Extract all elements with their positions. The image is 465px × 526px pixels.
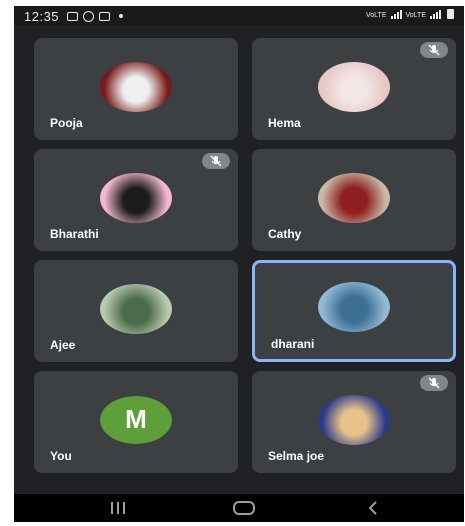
participant-name: Selma joe [268, 449, 325, 463]
battery-icon [447, 9, 454, 19]
avatar-letter: M [100, 395, 172, 444]
avatar [100, 283, 172, 334]
participant-name: Hema [268, 116, 301, 130]
network-label-2: VoLTE [405, 12, 427, 19]
avatar [318, 172, 390, 223]
recent-apps-icon[interactable] [109, 500, 127, 516]
avatar [100, 61, 172, 112]
participant-name: Ajee [50, 338, 76, 352]
avatar [318, 61, 390, 112]
status-bar: 12:35 VoLTE VoLTE [14, 6, 464, 26]
message-notification-icon [99, 11, 111, 21]
system-nav-bar [14, 494, 464, 522]
participant-tile-pooja[interactable]: Pooja [34, 38, 238, 140]
mic-off-icon [420, 375, 448, 391]
participant-name: Pooja [50, 116, 83, 130]
avatar: M [100, 395, 172, 444]
participant-tile-cathy[interactable]: Cathy [252, 149, 456, 251]
mic-off-icon [420, 42, 448, 58]
whatsapp-notification-icon [83, 10, 95, 22]
signal-1-icon [390, 9, 402, 19]
status-time: 12:35 [24, 8, 60, 24]
avatar [318, 394, 390, 445]
notification-icons [67, 10, 124, 22]
signal-2-icon [430, 9, 441, 19]
more-notifications-icon [119, 14, 124, 18]
home-icon[interactable] [232, 500, 256, 516]
gallery-notification-icon [67, 11, 79, 21]
participant-tile-selma-joe[interactable]: Selma joe [252, 371, 456, 473]
participant-grid: Pooja Hema Bharathi Cathy Ajee dharani M… [34, 38, 456, 473]
mic-off-icon [202, 153, 230, 169]
back-icon[interactable] [366, 500, 380, 516]
participant-name: Cathy [268, 227, 302, 241]
participant-name: dharani [271, 337, 315, 351]
phone-screen: 12:35 VoLTE VoLTE Pooja Hema Bharathi Ca… [14, 6, 464, 522]
participant-tile-bharathi[interactable]: Bharathi [34, 149, 238, 251]
participant-tile-ajee[interactable]: Ajee [34, 260, 238, 362]
participant-tile-you[interactable]: M You [34, 371, 238, 473]
avatar [318, 282, 390, 333]
participant-name: Bharathi [50, 227, 99, 241]
network-label-1: VoLTE [366, 12, 387, 19]
participant-tile-dharani[interactable]: dharani [252, 260, 456, 362]
participant-name: You [50, 449, 72, 463]
participant-tile-hema[interactable]: Hema [252, 38, 456, 140]
status-right: VoLTE VoLTE [366, 9, 454, 19]
avatar [100, 172, 172, 223]
